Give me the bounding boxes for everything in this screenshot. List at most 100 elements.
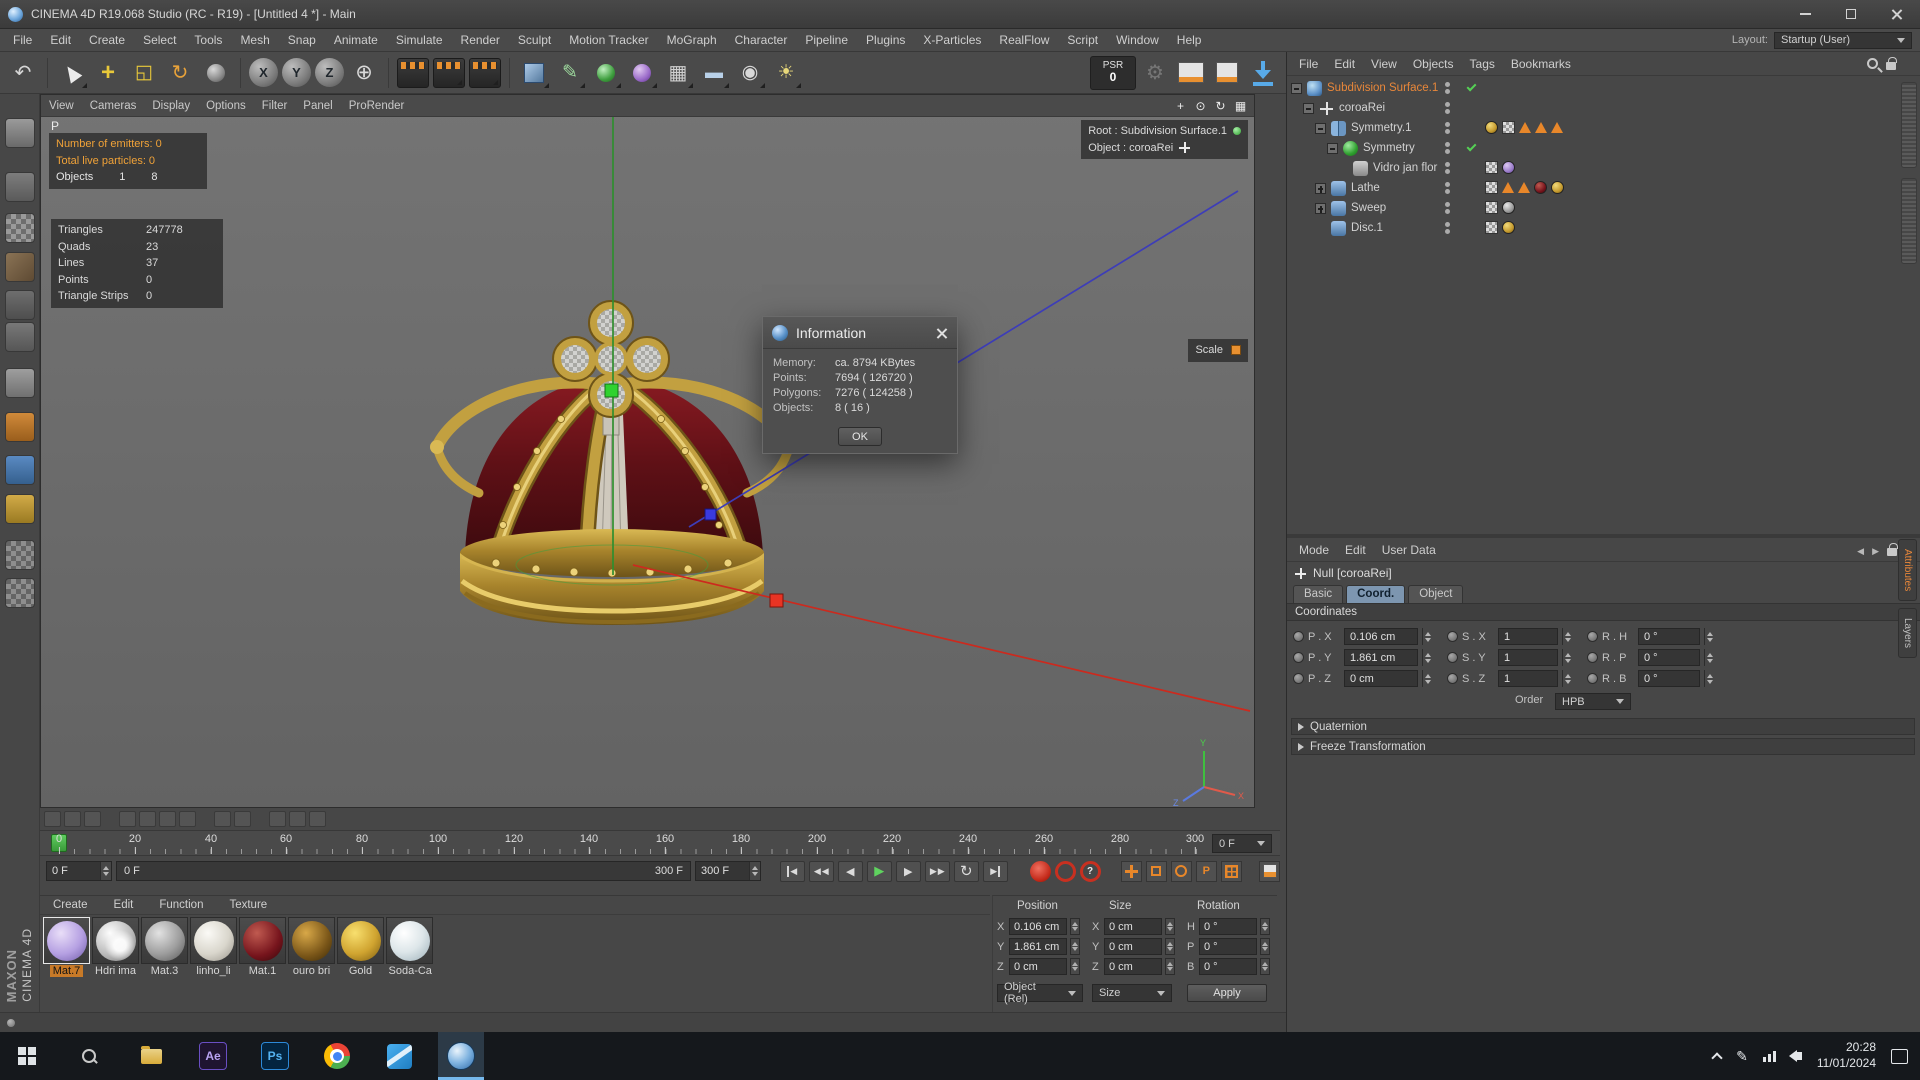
rh-field[interactable]: 0 °: [1638, 628, 1700, 645]
tree-item[interactable]: coroaRei: [1287, 98, 1887, 118]
menu-realflow[interactable]: RealFlow: [990, 29, 1058, 52]
menu-edit[interactable]: Edit: [41, 29, 80, 52]
material-tag-icon[interactable]: [1551, 181, 1564, 194]
sx-field[interactable]: 1: [1498, 628, 1558, 645]
visibility-dots-icon[interactable]: [1445, 82, 1450, 94]
selection-tag-icon[interactable]: [1518, 182, 1530, 193]
tab-attributes-vertical[interactable]: Attributes: [1898, 539, 1917, 602]
size-x-field[interactable]: 0 cm: [1104, 918, 1162, 935]
current-frame-field[interactable]: 0 F: [46, 861, 112, 881]
snap-icon[interactable]: [5, 455, 35, 485]
prev-frame-button[interactable]: [837, 860, 863, 882]
model-mode-icon[interactable]: [5, 172, 35, 202]
key-scale-toggle[interactable]: [1145, 860, 1167, 882]
attr-menu-mode[interactable]: Mode: [1291, 543, 1337, 557]
stepper-icon[interactable]: [1165, 938, 1175, 955]
close-icon[interactable]: [936, 327, 948, 339]
mograph-clone-button[interactable]: [661, 56, 695, 90]
material-item[interactable]: Mat.1: [238, 917, 287, 977]
stepper-icon[interactable]: [1422, 628, 1433, 645]
quantize-icon[interactable]: [5, 494, 35, 524]
expand-icon[interactable]: [1315, 202, 1326, 214]
stepper-icon[interactable]: [1422, 649, 1433, 666]
material-tag-icon[interactable]: [1502, 221, 1515, 234]
start-button[interactable]: [4, 1032, 50, 1080]
timeline-tool-icon[interactable]: [214, 811, 231, 827]
polygons-mode-icon[interactable]: [5, 368, 35, 398]
stepper-icon[interactable]: [1165, 958, 1175, 975]
menu-render[interactable]: Render: [452, 29, 509, 52]
layout-dropdown[interactable]: Startup (User): [1774, 31, 1912, 49]
size-mode-dropdown[interactable]: Size: [1092, 984, 1172, 1002]
tree-item[interactable]: Sweep: [1287, 198, 1887, 218]
file-explorer-button[interactable]: [128, 1032, 174, 1080]
coordinates-section-header[interactable]: Coordinates: [1287, 603, 1920, 621]
history-forward-icon[interactable]: [1872, 543, 1879, 557]
material-item[interactable]: Mat.3: [140, 917, 189, 977]
ruler-track[interactable]: 0 20 40 60 80 100 120 140 160 180 200 22…: [40, 831, 1205, 855]
stepper-icon[interactable]: [1165, 918, 1175, 935]
prev-key-button[interactable]: [808, 860, 834, 882]
selection-tag-icon[interactable]: [1502, 182, 1514, 193]
lock-icon[interactable]: [1887, 542, 1898, 556]
light-button[interactable]: [769, 56, 803, 90]
tab-coord[interactable]: Coord.: [1346, 585, 1406, 603]
menu-motion-tracker[interactable]: Motion Tracker: [560, 29, 657, 52]
material-item[interactable]: ouro bri: [287, 917, 336, 977]
texture-mode-icon[interactable]: [5, 213, 35, 243]
rotate-view-icon[interactable]: ↻: [1212, 97, 1229, 114]
tab-object[interactable]: Object: [1408, 585, 1464, 603]
timeline-tool-icon[interactable]: [269, 811, 286, 827]
goto-end-button[interactable]: [982, 860, 1008, 882]
lock-icon[interactable]: [1886, 56, 1897, 70]
selection-tag-icon[interactable]: [1551, 122, 1563, 133]
stepper-icon[interactable]: [1422, 670, 1433, 687]
menu-help[interactable]: Help: [1168, 29, 1211, 52]
frame-mode-dropdown[interactable]: 0 F: [1212, 834, 1272, 853]
menu-create[interactable]: Create: [80, 29, 134, 52]
stepper-icon[interactable]: [1562, 628, 1573, 645]
menu-pipeline[interactable]: Pipeline: [796, 29, 857, 52]
mat-menu-edit[interactable]: Edit: [101, 899, 147, 911]
rot-b-field[interactable]: 0 °: [1199, 958, 1257, 975]
rot-h-field[interactable]: 0 °: [1199, 918, 1257, 935]
collapse-icon[interactable]: [1315, 122, 1326, 134]
stepper-icon[interactable]: [1260, 958, 1270, 975]
menu-sculpt[interactable]: Sculpt: [509, 29, 560, 52]
notification-center-icon[interactable]: [1891, 1048, 1908, 1064]
key-radio-icon[interactable]: [1587, 673, 1598, 684]
material-tag-icon[interactable]: [1485, 121, 1498, 134]
menu-select[interactable]: Select: [134, 29, 185, 52]
material-item[interactable]: Mat.7: [42, 917, 91, 977]
material-tag-icon[interactable]: [1534, 181, 1547, 194]
menu-animate[interactable]: Animate: [325, 29, 387, 52]
viewport[interactable]: View Cameras Display Options Filter Pane…: [40, 94, 1255, 808]
apply-button[interactable]: Apply: [1187, 984, 1267, 1002]
tree-item[interactable]: Vidro jan flor: [1287, 158, 1887, 178]
next-frame-button[interactable]: [895, 860, 921, 882]
timeline-tool-icon[interactable]: [139, 811, 156, 827]
freeze-transformation-section[interactable]: Freeze Transformation: [1291, 738, 1915, 755]
live-selection-button[interactable]: [55, 56, 89, 90]
search-icon[interactable]: [1867, 58, 1878, 69]
layout-panel2-button[interactable]: [1210, 56, 1244, 90]
key-radio-icon[interactable]: [1587, 631, 1598, 642]
key-radio-icon[interactable]: [1293, 673, 1304, 684]
om-menu-objects[interactable]: Objects: [1405, 57, 1462, 71]
z-axis-lock-button[interactable]: Z: [315, 58, 344, 87]
stepper-icon[interactable]: [1260, 938, 1270, 955]
tab-layers-vertical[interactable]: Layers: [1898, 608, 1917, 659]
vp-menu-panel[interactable]: Panel: [295, 100, 340, 112]
py-field[interactable]: 1.861 cm: [1344, 649, 1418, 666]
expand-icon[interactable]: [1315, 182, 1326, 194]
taskbar-search-button[interactable]: [66, 1032, 112, 1080]
visibility-dots-icon[interactable]: [1445, 182, 1450, 194]
dock-grip[interactable]: [1901, 82, 1917, 168]
material-item[interactable]: linho_li: [189, 917, 238, 977]
chrome-button[interactable]: [314, 1032, 360, 1080]
timeline-tool-icon[interactable]: [289, 811, 306, 827]
preview-range-slider[interactable]: 0 F 300 F: [116, 861, 691, 881]
stepper-icon[interactable]: [1704, 670, 1715, 687]
material-tag-icon[interactable]: [1502, 161, 1515, 174]
tree-item[interactable]: Symmetry.1: [1287, 118, 1887, 138]
